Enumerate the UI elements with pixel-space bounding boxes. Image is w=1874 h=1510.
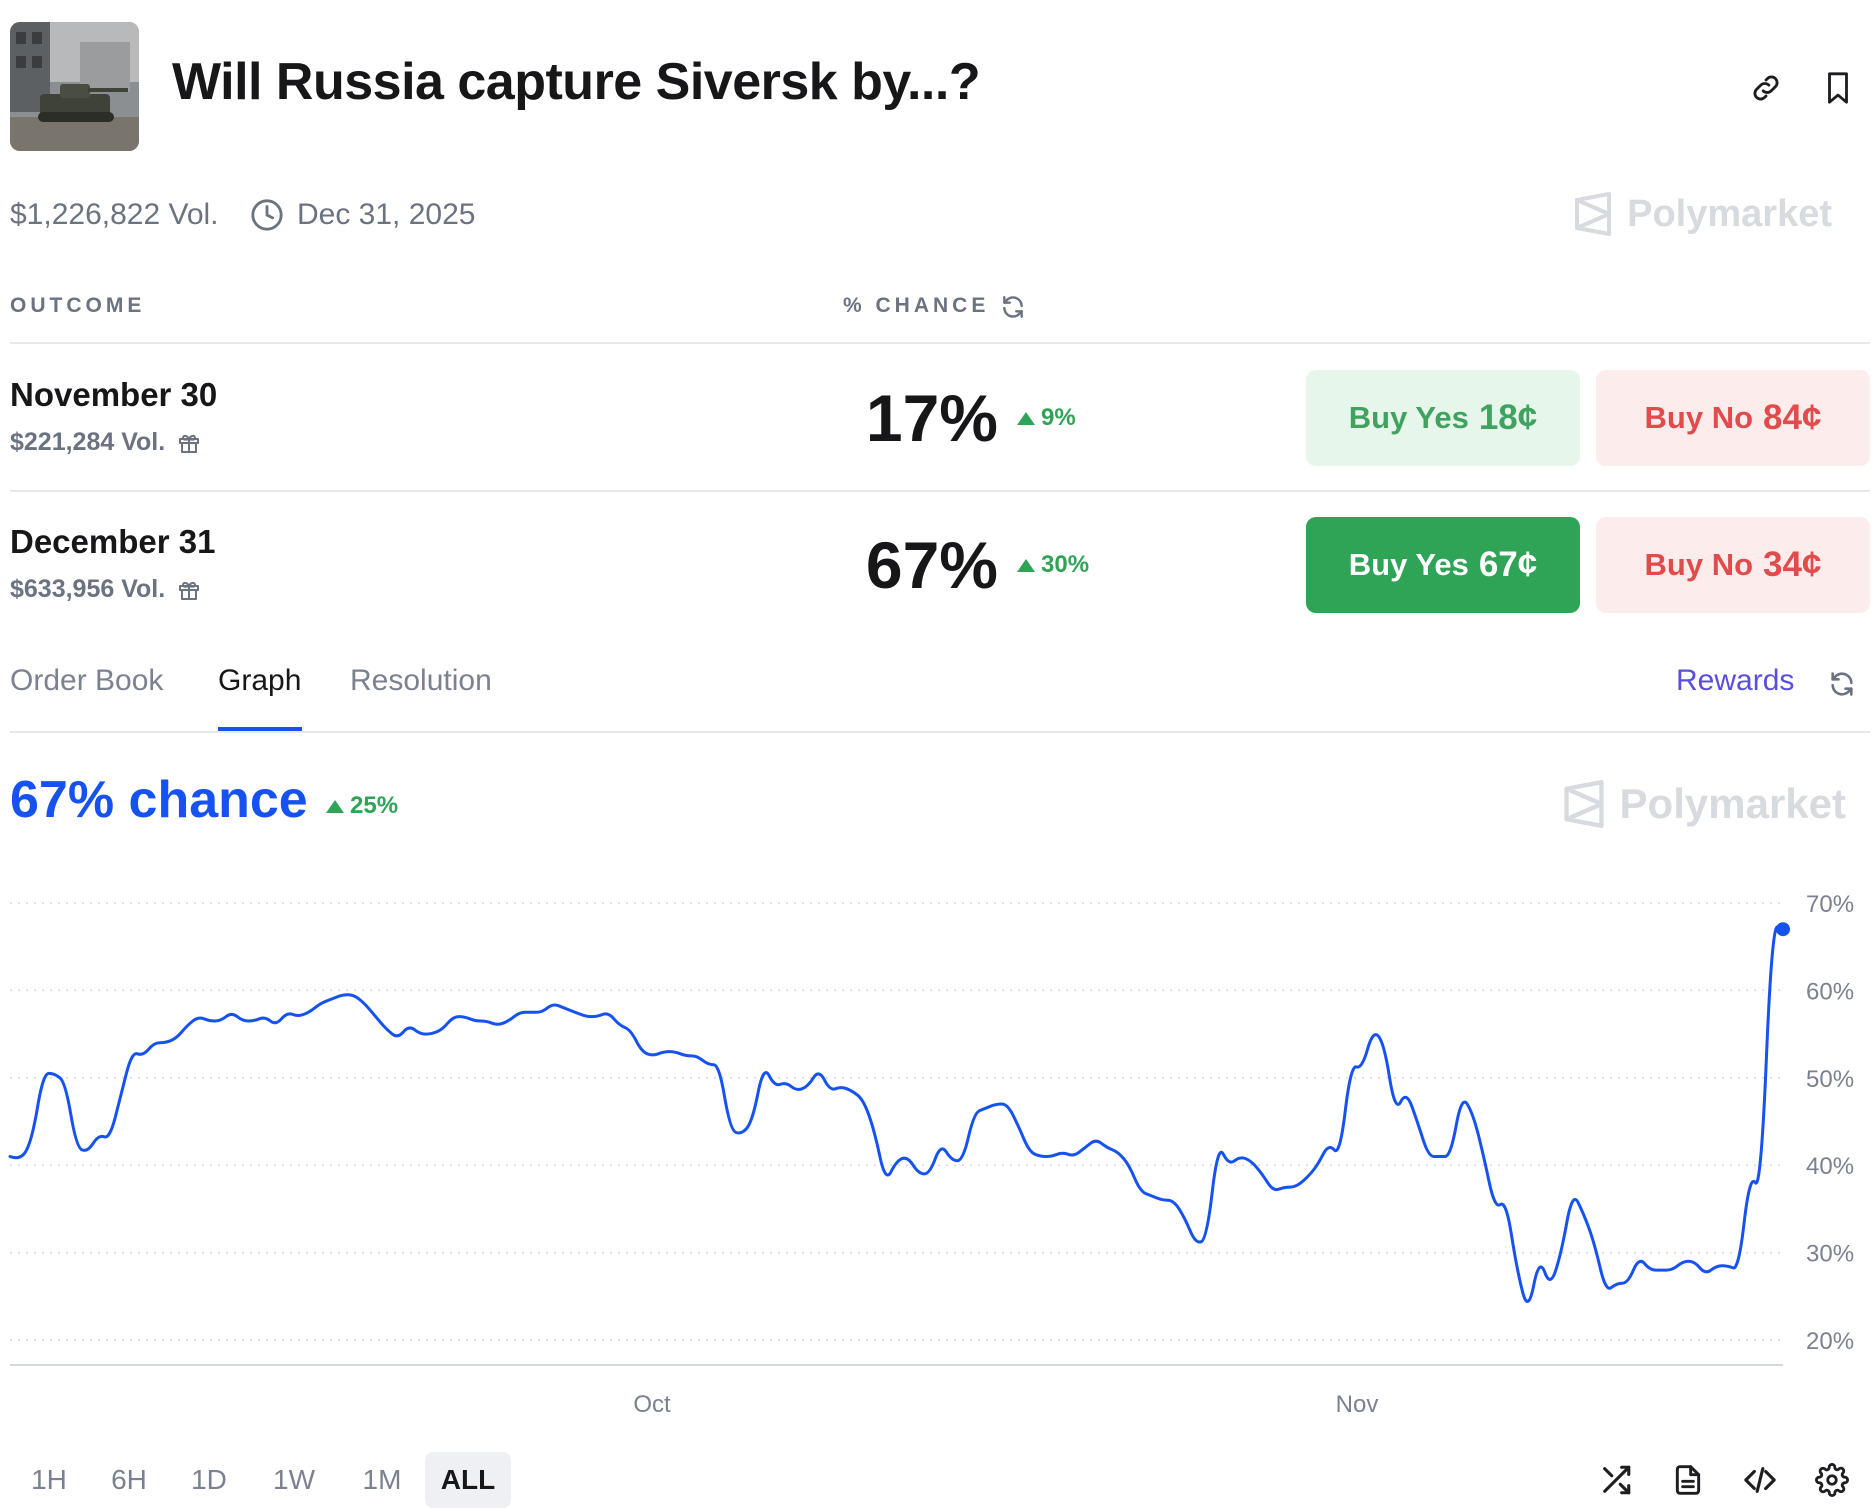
polymarket-brand: Polymarket [1562,780,1846,828]
link-icon[interactable] [1740,62,1792,114]
range-1w[interactable]: 1W [258,1452,330,1508]
outcome-delta: 9% [1017,404,1076,432]
y-tick-label: 20% [1806,1328,1854,1355]
up-arrow-icon [326,799,344,813]
y-axis: 70% 60% 50% 40% 30% 20% [1806,891,1854,1355]
buy-yes-label: Buy Yes [1348,400,1469,435]
buy-yes-price: 18¢ [1478,398,1538,437]
tabs-divider [10,731,1870,733]
price-chart[interactable]: 70% 60% 50% 40% 30% 20% Oct Nov [0,860,1874,1430]
outcome-volume-text: $633,956 Vol. [10,575,166,603]
table-divider [10,342,1870,344]
outcome-volume: $633,956 Vol. [10,575,201,604]
buy-yes-price: 67¢ [1478,545,1538,584]
document-icon[interactable] [1662,1454,1714,1506]
outcome-delta: 30% [1017,551,1089,579]
y-tick-label: 60% [1806,978,1854,1005]
polymarket-logo-icon [1563,780,1604,828]
y-tick-label: 30% [1806,1241,1854,1268]
range-1m[interactable]: 1M [346,1452,418,1508]
buy-no-price: 84¢ [1763,398,1822,437]
outcome-name: November 30 [10,376,218,413]
outcome-delta-text: 30% [1041,551,1090,578]
price-line [8,925,1785,1303]
graph-chance: 67% chance [10,771,308,829]
outcome-chance: 17% [865,381,998,455]
range-1d[interactable]: 1D [174,1452,244,1508]
buy-no-label: Buy No [1644,400,1754,435]
x-tick-label: Oct [633,1391,671,1418]
refresh-icon[interactable] [1828,670,1856,703]
x-axis: Oct Nov [633,1391,1378,1418]
market-thumbnail [10,22,139,151]
buy-no-label: Buy No [1644,547,1754,582]
buy-no-price: 34¢ [1763,545,1822,584]
outcome-delta-text: 9% [1041,404,1076,431]
tab-order-book[interactable]: Order Book [10,664,163,698]
polymarket-brand: Polymarket [1573,192,1832,236]
market-title: Will Russia capture Siversk by...? [172,53,981,111]
rewards-link[interactable]: Rewards [1676,664,1794,698]
outcome-chance: 67% [865,528,998,602]
bookmark-icon[interactable] [1812,62,1864,114]
buy-no-button[interactable]: Buy No 34¢ [1596,517,1870,613]
y-tick-label: 70% [1806,891,1854,918]
brand-name: Polymarket [1619,780,1846,827]
buy-yes-label: Buy Yes [1348,547,1469,582]
range-all[interactable]: ALL [425,1452,511,1508]
graph-delta: 25% [326,792,398,820]
outcome-volume: $221,284 Vol. [10,428,201,457]
up-arrow-icon [1017,558,1035,572]
polymarket-logo-icon [1575,192,1612,236]
tab-graph[interactable]: Graph [218,664,301,698]
buy-yes-button[interactable]: Buy Yes 67¢ [1306,517,1580,613]
col-chance: % CHANCE [843,294,990,317]
y-tick-label: 40% [1806,1153,1854,1180]
range-1h[interactable]: 1H [14,1452,84,1508]
graph-delta-text: 25% [350,792,399,819]
x-tick-label: Nov [1336,1391,1379,1418]
gift-icon [179,581,200,600]
shuffle-icon[interactable] [1590,1454,1642,1506]
outcome-volume-text: $221,284 Vol. [10,428,166,456]
chart-grid [10,902,1783,1366]
col-outcome: OUTCOME [10,294,146,317]
current-price-dot [1776,922,1790,937]
gift-icon [179,434,200,453]
clock-icon [250,198,284,237]
refresh-icon[interactable] [1000,294,1026,325]
outcome-name: December 31 [10,523,216,560]
up-arrow-icon [1017,411,1035,425]
code-icon[interactable] [1734,1454,1786,1506]
range-6h[interactable]: 6H [94,1452,164,1508]
settings-icon[interactable] [1806,1454,1858,1506]
table-divider [10,490,1870,492]
buy-yes-button[interactable]: Buy Yes 18¢ [1306,370,1580,466]
buy-no-button[interactable]: Buy No 84¢ [1596,370,1870,466]
y-tick-label: 50% [1806,1066,1854,1093]
brand-name: Polymarket [1627,192,1832,235]
tab-resolution[interactable]: Resolution [350,664,492,698]
total-volume: $1,226,822 Vol. [10,198,219,231]
end-date: Dec 31, 2025 [297,198,476,231]
